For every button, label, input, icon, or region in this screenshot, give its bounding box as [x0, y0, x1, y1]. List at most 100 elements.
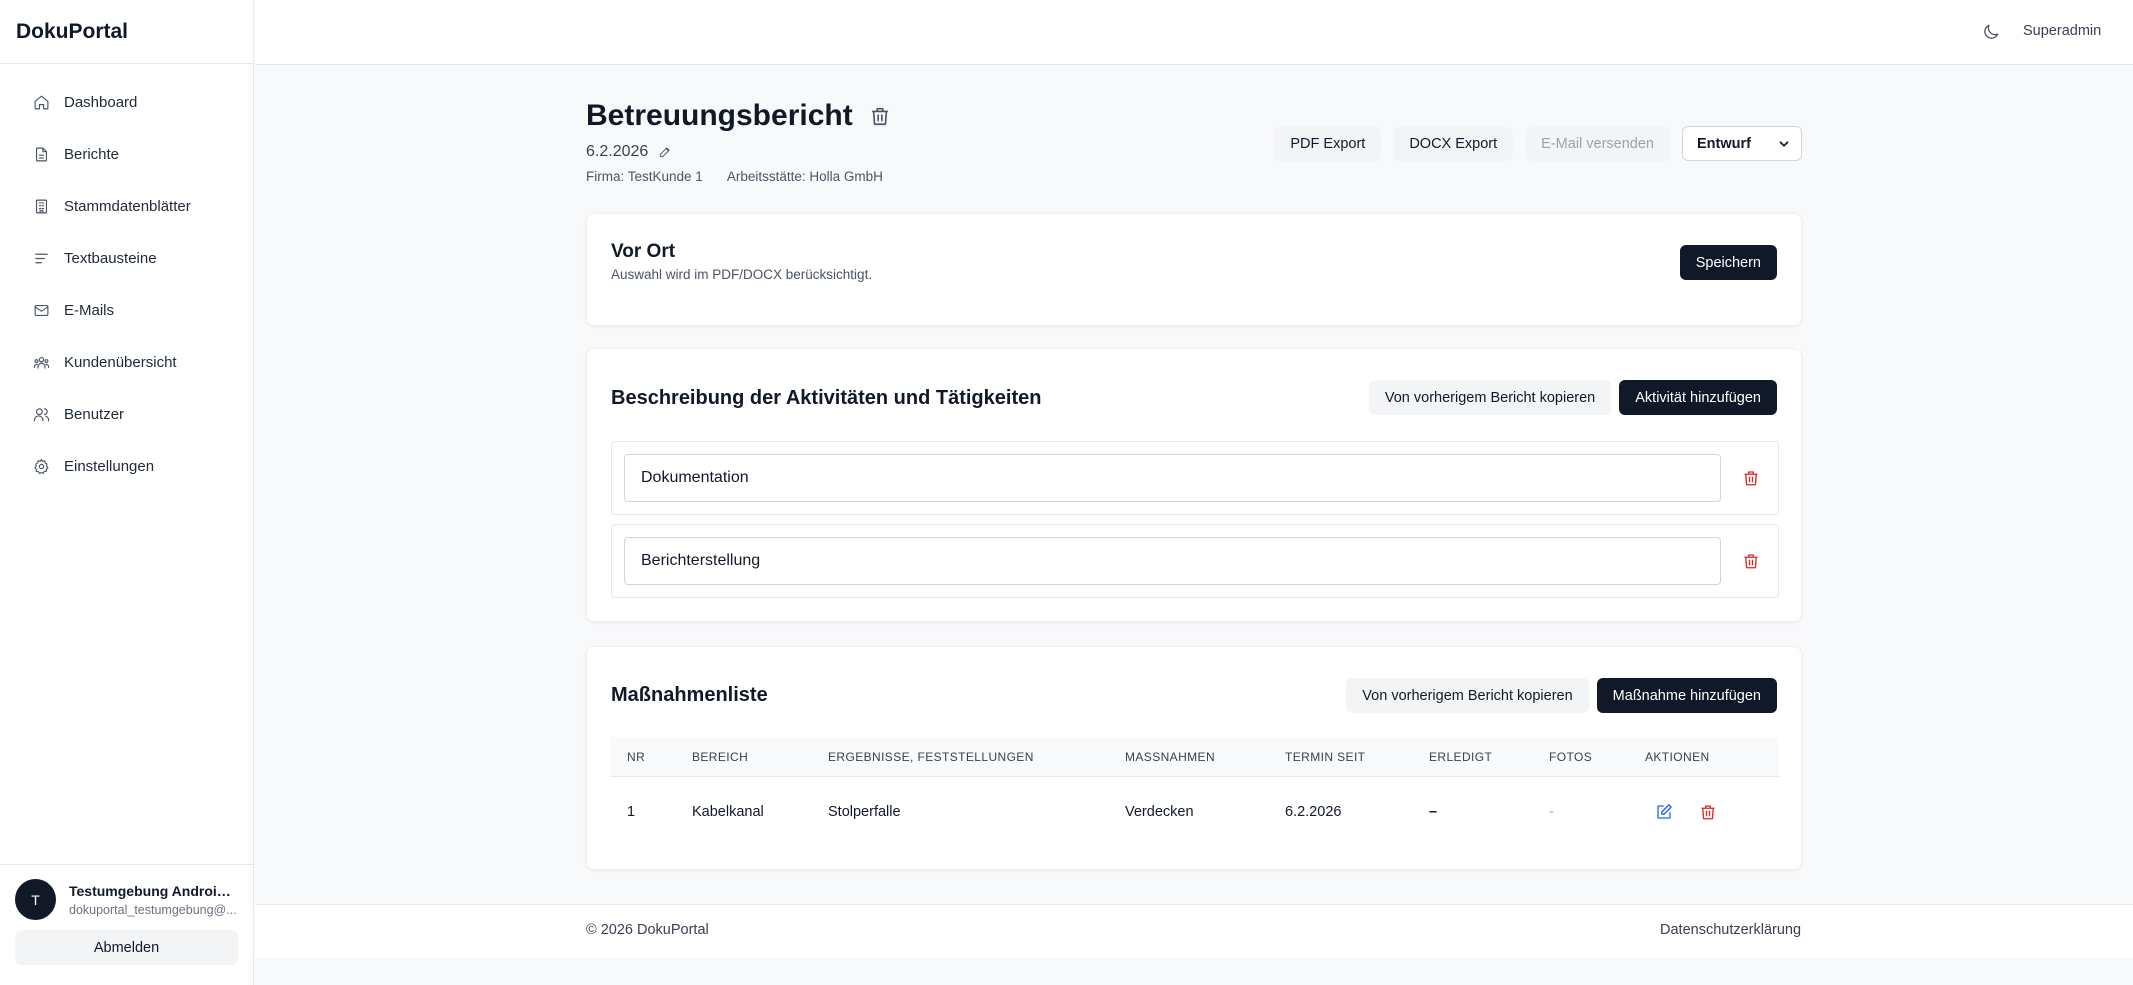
- sidebar-item-einstellungen[interactable]: Einstellungen: [0, 440, 253, 492]
- activity-item: Dokumentation: [611, 441, 1779, 515]
- activity-input[interactable]: Dokumentation: [624, 454, 1721, 502]
- report-actions: PDF Export DOCX Export E-Mail versenden …: [1274, 126, 1802, 161]
- copy-measures-button[interactable]: Von vorherigem Bericht kopieren: [1346, 678, 1589, 713]
- column-header-fotos: FOTOS: [1549, 749, 1593, 764]
- activities-title: Beschreibung der Aktivitäten und Tätigke…: [611, 387, 1042, 409]
- chevron-down-icon: [1779, 140, 1789, 147]
- home-icon: [34, 95, 49, 109]
- measures-card: Maßnahmenliste Von vorherigem Bericht ko…: [586, 646, 1802, 870]
- page-title: Betreuungsbericht: [586, 99, 853, 132]
- sidebar-item-label: Kundenübersicht: [64, 353, 177, 371]
- activities-card: Beschreibung der Aktivitäten und Tätigke…: [586, 348, 1802, 622]
- brand-logo[interactable]: DokuPortal: [0, 0, 253, 64]
- activity-input[interactable]: Berichterstellung: [624, 537, 1721, 585]
- sidebar-item-label: Einstellungen: [64, 457, 155, 475]
- user-row: T Testumgebung Androidi... dokuportal_te…: [15, 879, 238, 920]
- theme-toggle[interactable]: [1981, 22, 2001, 42]
- column-header-termin: TERMIN SEIT: [1285, 749, 1366, 764]
- avatar: T: [15, 879, 56, 920]
- gear-icon: [34, 458, 49, 474]
- column-header-nr: NR: [627, 749, 646, 764]
- sidebar-item-benutzer[interactable]: Benutzer: [0, 388, 253, 440]
- delete-report-button[interactable]: [869, 105, 893, 129]
- cell-bereich: Kabelkanal: [692, 804, 764, 820]
- sidebar-item-dashboard[interactable]: Dashboard: [0, 76, 253, 128]
- sidebar-item-label: Benutzer: [64, 405, 125, 423]
- report-meta: Firma: TestKunde 1 Arbeitsstätte: Holla …: [586, 169, 883, 184]
- column-header-ergebnisse: ERGEBNISSE, FESTSTELLUNGEN: [828, 749, 1034, 764]
- user-name: Testumgebung Androidi...: [69, 882, 238, 899]
- delete-activity-button[interactable]: [1742, 552, 1760, 570]
- sidebar-nav: Dashboard Berichte Stammdatenblätter Tex…: [0, 64, 253, 492]
- report-header: Betreuungsbericht 6.2.2026 Firma: TestKu…: [586, 65, 1802, 213]
- vorort-card: Vor Ort Auswahl wird im PDF/DOCX berücks…: [586, 213, 1802, 326]
- trash-icon: [871, 107, 889, 126]
- measures-actions: Von vorherigem Bericht kopieren Maßnahme…: [1346, 678, 1777, 713]
- save-button[interactable]: Speichern: [1679, 245, 1777, 280]
- privacy-link[interactable]: Datenschutzerklärung: [1660, 922, 1801, 938]
- logout-button[interactable]: Abmelden: [15, 930, 238, 965]
- cell-massnahmen: Verdecken: [1125, 804, 1194, 820]
- users-group-icon: [33, 356, 50, 369]
- docx-export-button[interactable]: DOCX Export: [1393, 126, 1514, 161]
- cell-aktionen: [1655, 803, 1717, 821]
- footer: © 2026 DokuPortal Datenschutzerklärung: [255, 904, 2133, 957]
- status-select-value: Entwurf: [1697, 135, 1751, 152]
- sidebar-item-berichte[interactable]: Berichte: [0, 128, 253, 180]
- column-header-erledigt: ERLEDIGT: [1429, 749, 1493, 764]
- cell-ergebnisse: Stolperfalle: [828, 804, 901, 820]
- vorort-subtitle: Auswahl wird im PDF/DOCX berücksichtigt.: [611, 267, 873, 282]
- building-icon: [35, 199, 48, 213]
- sidebar-item-label: Textbausteine: [64, 249, 157, 267]
- sidebar-item-textbausteine[interactable]: Textbausteine: [0, 232, 253, 284]
- sidebar-item-label: E-Mails: [64, 301, 115, 319]
- user-info: Testumgebung Androidi... dokuportal_test…: [69, 883, 238, 917]
- sidebar-item-emails[interactable]: E-Mails: [0, 284, 253, 336]
- cell-erledigt: –: [1429, 804, 1438, 820]
- file-icon: [35, 147, 48, 161]
- sidebar-item-kundenuebersicht[interactable]: Kundenübersicht: [0, 336, 253, 388]
- measures-title: Maßnahmenliste: [611, 684, 768, 706]
- moon-icon: [1984, 24, 1999, 39]
- vorort-title: Vor Ort: [611, 241, 676, 262]
- add-measure-button[interactable]: Maßnahme hinzufügen: [1596, 678, 1777, 713]
- column-header-bereich: BEREICH: [692, 749, 749, 764]
- cell-termin: 6.2.2026: [1285, 804, 1342, 820]
- report-firma: Firma: TestKunde 1: [586, 169, 703, 184]
- mail-icon: [34, 304, 49, 316]
- sidebar-item-label: Berichte: [64, 145, 120, 163]
- measures-table: NR BEREICH ERGEBNISSE, FESTSTELLUNGEN MA…: [611, 737, 1779, 847]
- cell-nr: 1: [627, 804, 636, 820]
- report-date-row: 6.2.2026: [586, 143, 672, 161]
- edit-icon[interactable]: [1655, 803, 1673, 821]
- edit-date-icon[interactable]: [658, 145, 672, 159]
- sidebar: DokuPortal Dashboard Berichte Stammdaten…: [0, 0, 254, 985]
- report-arbeitsstaette: Arbeitsstätte: Holla GmbH: [726, 169, 883, 184]
- table-row: 1 Kabelkanal Stolperfalle Verdecken 6.2.…: [611, 777, 1779, 847]
- user-panel: T Testumgebung Androidi... dokuportal_te…: [0, 864, 253, 985]
- text-lines-icon: [35, 253, 48, 263]
- add-activity-button[interactable]: Aktivität hinzufügen: [1619, 380, 1777, 415]
- status-select[interactable]: Entwurf: [1682, 126, 1802, 161]
- activity-item: Berichterstellung: [611, 524, 1779, 598]
- topbar: Superadmin: [255, 0, 2133, 65]
- sidebar-item-stammdatenblaetter[interactable]: Stammdatenblätter: [0, 180, 253, 232]
- footer-copyright: © 2026 DokuPortal: [586, 922, 709, 938]
- delete-activity-button[interactable]: [1742, 469, 1760, 487]
- pdf-export-button[interactable]: PDF Export: [1274, 126, 1382, 161]
- sidebar-item-label: Stammdatenblätter: [64, 197, 191, 215]
- column-header-aktionen: AKTIONEN: [1645, 749, 1710, 764]
- trash-icon[interactable]: [1699, 803, 1717, 821]
- sidebar-item-label: Dashboard: [64, 93, 138, 111]
- copy-activities-button[interactable]: Von vorherigem Bericht kopieren: [1368, 380, 1612, 415]
- user-email: dokuportal_testumgebung@...: [69, 902, 237, 917]
- users-icon: [33, 407, 50, 421]
- trash-icon: [1744, 471, 1758, 486]
- main-content: Betreuungsbericht 6.2.2026 Firma: TestKu…: [586, 65, 1802, 870]
- report-date: 6.2.2026: [586, 143, 649, 160]
- send-email-button[interactable]: E-Mail versenden: [1525, 126, 1670, 161]
- column-header-massnahmen: MASSNAHMEN: [1125, 749, 1216, 764]
- trash-icon: [1744, 554, 1758, 569]
- user-role-menu[interactable]: Superadmin: [2023, 23, 2101, 39]
- activities-actions: Von vorherigem Bericht kopieren Aktivitä…: [1368, 380, 1777, 415]
